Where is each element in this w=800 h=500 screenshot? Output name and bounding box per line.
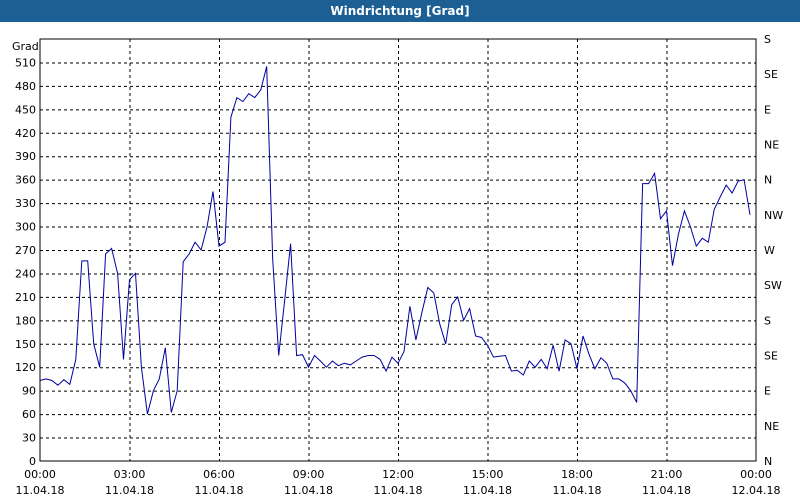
y-tick-label: 240 [15, 267, 36, 280]
y-tick-label: 360 [15, 174, 36, 187]
right-tick-label: W [764, 244, 775, 257]
right-tick-label: SE [764, 350, 778, 363]
series-line [39, 66, 751, 415]
y-tick-label: 120 [15, 361, 36, 374]
right-tick-label: N [764, 174, 772, 187]
right-tick-label: S [764, 314, 771, 327]
x-tick-time: 06:00 [203, 468, 235, 481]
right-tick-label: N [764, 455, 772, 468]
x-tick-time: 03:00 [114, 468, 146, 481]
series-group [39, 66, 751, 415]
x-tick-date: 11.04.18 [553, 484, 602, 497]
y-tick-label: 30 [22, 432, 36, 445]
y-tick-label: 300 [15, 221, 36, 234]
y-tick-label: 60 [22, 408, 36, 421]
right-tick-label: NW [764, 209, 783, 222]
window-title: Windrichtung [Grad] [0, 0, 800, 22]
y-tick-label: 480 [15, 80, 36, 93]
x-tick-date: 11.04.18 [642, 484, 691, 497]
x-tick-time: 18:00 [561, 468, 593, 481]
y-tick-label: 510 [15, 56, 36, 69]
y-tick-label: 210 [15, 291, 36, 304]
grid [40, 39, 756, 461]
right-tick-label: NE [764, 420, 779, 433]
wind-direction-chart: Grad 0 30 60 90 120 150 180 210 240 270 300 330 360 3… [12, 33, 783, 497]
y-tick-label: 90 [22, 385, 36, 398]
y-axis-label: Grad [12, 40, 39, 53]
x-tick-time: 00:00 [24, 468, 56, 481]
right-tick-label: SW [764, 279, 782, 292]
right-tick-labels: N NE E SE S SW W NW N NE E SE S [764, 33, 783, 468]
y-tick-label: 270 [15, 244, 36, 257]
y-tick-label: 150 [15, 338, 36, 351]
right-tick-label: S [764, 33, 771, 46]
y-tick-labels: 0 30 60 90 120 150 180 210 240 270 300 330 360 390 420… [15, 56, 36, 468]
x-tick-labels: 00:00 11.04.18 03:00 11.04.18 06:00 11.04.18 0… [16, 468, 781, 497]
x-tick-date: 11.04.18 [463, 484, 512, 497]
right-tick-label: E [764, 385, 771, 398]
right-tick-label: NE [764, 139, 779, 152]
y-tick-label: 450 [15, 103, 36, 116]
x-tick-time: 09:00 [293, 468, 325, 481]
x-tick-date: 11.04.18 [284, 484, 333, 497]
x-tick-date: 11.04.18 [374, 484, 423, 497]
x-tick-time: 12:00 [382, 468, 414, 481]
x-tick-date: 11.04.18 [16, 484, 65, 497]
right-tick-label: E [764, 103, 771, 116]
y-tick-label: 180 [15, 314, 36, 327]
x-tick-time: 21:00 [651, 468, 683, 481]
x-tick-date: 11.04.18 [195, 484, 244, 497]
y-tick-label: 330 [15, 197, 36, 210]
y-tick-label: 390 [15, 150, 36, 163]
x-tick-date: 12.04.18 [732, 484, 781, 497]
y-tick-label: 420 [15, 127, 36, 140]
x-tick-time: 00:00 [740, 468, 772, 481]
right-tick-label: SE [764, 68, 778, 81]
y-tick-label: 0 [29, 455, 36, 468]
x-tick-time: 15:00 [472, 468, 504, 481]
x-tick-date: 11.04.18 [105, 484, 154, 497]
